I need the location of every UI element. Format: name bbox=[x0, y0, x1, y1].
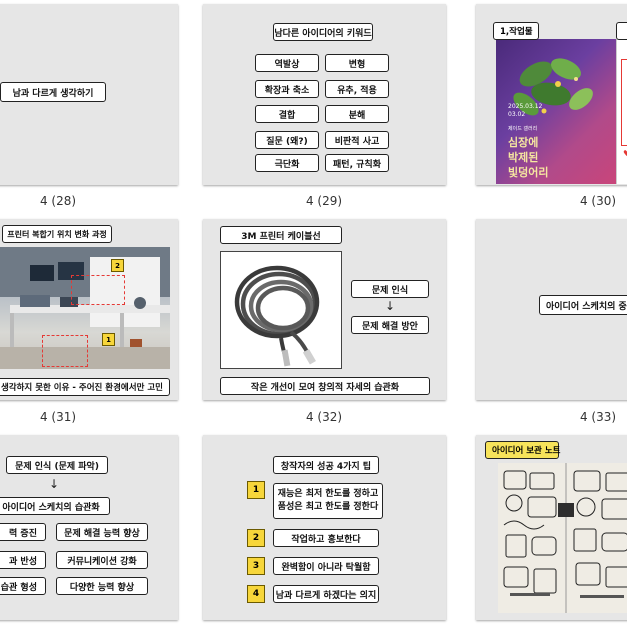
marker-1-badge: 1 bbox=[102, 333, 115, 346]
keyword-left-4: 질문 (왜?) bbox=[255, 131, 319, 149]
slide-thumbnail-32[interactable]: 3M 프린터 케이블선 문제 인식 ↓ 문제 해결 방안 작은 개선이 모여 창… bbox=[203, 219, 446, 400]
slide-thumbnail-33[interactable]: 아이디어 스케치의 중 bbox=[476, 219, 627, 400]
marker-2-badge: 2 bbox=[111, 259, 124, 272]
slide-caption-31: 4 (31) bbox=[39, 410, 77, 424]
slide-33-box: 아이디어 스케치의 중 bbox=[539, 295, 627, 315]
keyword-right-4: 비판적 사고 bbox=[325, 131, 389, 149]
effect-right-1: 문제 해결 능력 향상 bbox=[56, 523, 148, 541]
poster-venue: 제이드 갤러리 bbox=[508, 126, 538, 132]
tip-1-line-1: 재능은 최저 한도를 정하고 bbox=[277, 489, 379, 499]
effect-right-2: 커뮤니케이션 강화 bbox=[56, 551, 148, 569]
slide-34-box-1: 문제 인식 (문제 파악) bbox=[6, 456, 108, 474]
keyword-right-2: 유추, 적용 bbox=[325, 80, 389, 98]
poster-side-panel: ♥ bbox=[616, 39, 627, 184]
keyword-left-3: 결합 bbox=[255, 105, 319, 123]
keyword-right-1: 변형 bbox=[325, 54, 389, 72]
marker-region-2 bbox=[71, 275, 125, 305]
effect-left-3: 은 습관 형성 bbox=[0, 577, 46, 595]
tip-4: 남과 다르게 하겠다는 의지 bbox=[273, 585, 379, 603]
slide-36-tag: 아이디어 보관 노트 bbox=[485, 441, 560, 459]
slide-caption-30: 4 (30) bbox=[579, 194, 617, 208]
tip-number-2: 2 bbox=[247, 529, 265, 547]
slide-28-box: 남과 다르게 생각하기 bbox=[0, 82, 106, 102]
tip-1: 재능은 최저 한도를 정하고 품성은 최고 한도를 정한다 bbox=[273, 483, 383, 519]
slide-thumbnail-35[interactable]: 창작자의 성공 4가지 팁 1 재능은 최저 한도를 정하고 품성은 최고 한도… bbox=[203, 435, 446, 620]
slide-thumbnail-29[interactable]: 남다른 아이디어의 키워드 역발상 확장과 축소 결합 질문 (왜?) 극단화 … bbox=[203, 4, 446, 185]
problem-recognition-box: 문제 인식 bbox=[351, 280, 429, 298]
poster-date: 2025.03.12 bbox=[508, 103, 543, 110]
slide-thumbnail-36[interactable]: 아이디어 보관 노트 bbox=[476, 435, 627, 620]
keyword-right-5: 패턴, 규칙화 bbox=[325, 154, 389, 172]
down-arrow-icon: ↓ bbox=[49, 477, 60, 491]
slide-31-title: 프린터 복합기 위치 변화 과정 bbox=[2, 225, 112, 243]
poster-date-end: 03.02 bbox=[508, 111, 526, 118]
marker-region-1 bbox=[42, 335, 88, 367]
keyword-right-3: 분해 bbox=[325, 105, 389, 123]
office-photo bbox=[0, 247, 170, 369]
slide-32-title: 3M 프린터 케이블선 bbox=[220, 226, 342, 244]
tip-number-1: 1 bbox=[247, 481, 265, 499]
slide-29-title: 남다른 아이디어의 키워드 bbox=[273, 23, 373, 41]
cable-photo bbox=[220, 251, 342, 369]
coiled-cable bbox=[234, 265, 320, 367]
effect-right-3: 다양한 능력 향상 bbox=[56, 577, 148, 595]
poster-title-3: 빛덩어리 bbox=[508, 166, 549, 179]
slide-35-title: 창작자의 성공 4가지 팁 bbox=[273, 456, 379, 474]
tip-1-line-2: 품성은 최고 한도를 정한다 bbox=[277, 502, 379, 512]
slide-caption-33: 4 (33) bbox=[579, 410, 617, 424]
tip-number-4: 4 bbox=[247, 585, 265, 603]
slide-30-tag-right bbox=[616, 22, 627, 40]
slide-caption-32: 4 (32) bbox=[305, 410, 343, 424]
tip-2: 작업하고 홍보한다 bbox=[273, 529, 379, 547]
keyword-left-2: 확장과 축소 bbox=[255, 80, 319, 98]
tip-3: 완벽함이 아니라 탁월함 bbox=[273, 557, 379, 575]
slide-32-bottom: 작은 개선이 모여 창의적 자세의 습관화 bbox=[220, 377, 430, 395]
keyword-left-1: 역발상 bbox=[255, 54, 319, 72]
tip-number-3: 3 bbox=[247, 557, 265, 575]
poster-title-2: 박제된 bbox=[508, 151, 539, 164]
effect-left-1: 력 증진 bbox=[0, 523, 46, 541]
slide-thumbnail-30[interactable]: 2025.03.12 03.02 제이드 갤러리 심장에 박제된 빛덩어리 ♥ … bbox=[476, 4, 627, 185]
slide-caption-29: 4 (29) bbox=[305, 194, 343, 208]
slide-34-box-2: 아이디어 스케치의 습관화 bbox=[0, 497, 110, 515]
sketch-drawings bbox=[498, 463, 627, 613]
slide-thumbnail-28[interactable]: 남과 다르게 생각하기 bbox=[0, 4, 178, 185]
slide-thumbnail-31[interactable]: 2 1 프린터 복합기 위치 변화 과정 을 생각하지 못한 이유 - 주어진 … bbox=[0, 219, 178, 400]
sketch-notebook-photo bbox=[498, 463, 627, 613]
exhibition-poster: 2025.03.12 03.02 제이드 갤러리 심장에 박제된 빛덩어리 bbox=[496, 39, 616, 184]
poster-title-1: 심장에 bbox=[508, 136, 539, 149]
effect-left-2: 과 반성 bbox=[0, 551, 46, 569]
slide-31-bottom: 을 생각하지 못한 이유 - 주어진 환경에서만 고민 bbox=[0, 378, 170, 396]
down-arrow-icon: ↓ bbox=[385, 299, 396, 313]
slide-caption-28: 4 (28) bbox=[39, 194, 77, 208]
problem-solution-box: 문제 해결 방안 bbox=[351, 316, 429, 334]
keyword-left-5: 극단화 bbox=[255, 154, 319, 172]
slide-30-tag: 1,작업물 bbox=[493, 22, 539, 40]
slide-thumbnail-34[interactable]: 문제 인식 (문제 파악) ↓ 아이디어 스케치의 습관화 력 증진 과 반성 … bbox=[0, 435, 178, 620]
